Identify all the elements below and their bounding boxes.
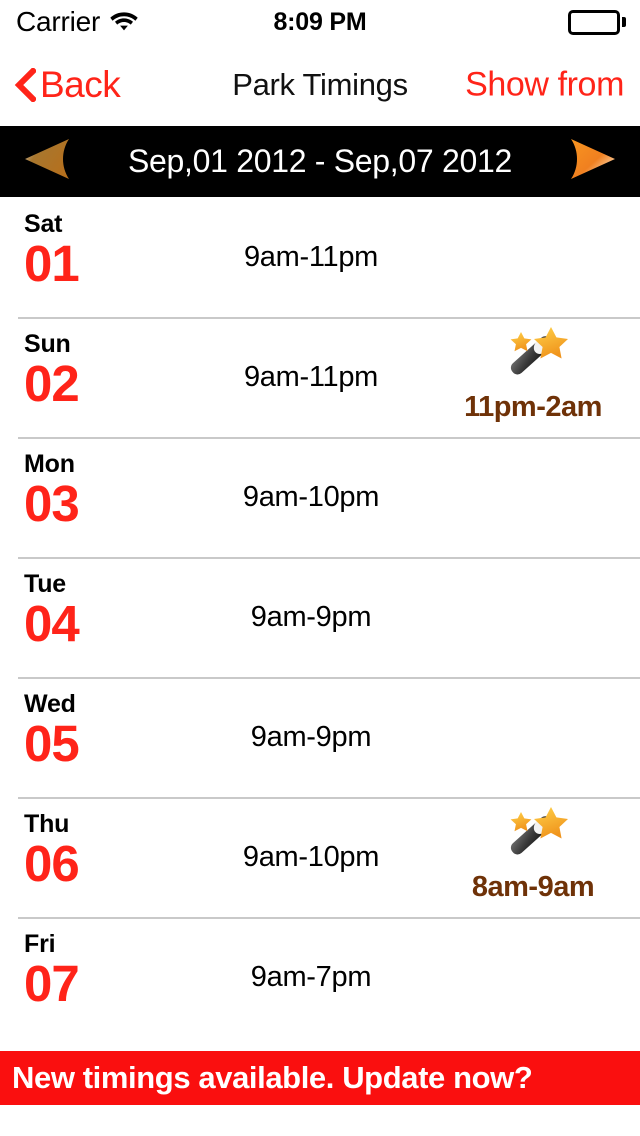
battery-full-icon [568,9,626,35]
row-day-number: 02 [24,355,80,413]
row-hours: 9am-9pm [250,721,372,753]
table-row[interactable]: Wed 05 9am-9pm [0,677,640,797]
row-day-number: 07 [24,955,80,1013]
update-banner-label: New timings available. Update now? [12,1060,533,1095]
row-day-number: 04 [24,595,80,653]
row-date: Wed 05 [24,690,174,773]
update-banner[interactable]: New timings available. Update now? [0,1051,640,1105]
table-row[interactable]: Tue 04 9am-9pm [0,557,640,677]
row-weekday: Tue [24,570,66,598]
row-hours: 9am-10pm [242,841,380,873]
row-hours: 9am-7pm [250,961,372,993]
table-row[interactable]: Thu 06 9am-10pm 8am-9am [0,797,640,917]
row-hours: 9am-9pm [250,601,372,633]
status-bar: Carrier 8:09 PM [0,0,640,44]
row-day-number: 06 [24,835,80,893]
row-hours: 9am-10pm [242,481,380,513]
row-date: Sat 01 [24,210,174,293]
row-weekday: Sat [24,210,63,238]
magic-hours-label: 8am-9am [471,871,595,903]
row-weekday: Wed [24,690,76,718]
status-bar-clock: 8:09 PM [273,7,367,36]
row-hours: 9am-11pm [243,241,379,273]
table-row[interactable]: Mon 03 9am-10pm [0,437,640,557]
table-row[interactable]: Sun 02 9am-11pm 11pm-2am [0,317,640,437]
schedule-list: Sat 01 9am-11pm Sun 02 9am-11pm 11pm-2am… [0,197,640,1037]
show-from-button[interactable]: Show from [465,66,624,105]
navigation-bar: Back Park Timings Show from [0,44,640,126]
row-day-number: 03 [24,475,80,533]
table-row[interactable]: Fri 07 9am-7pm [0,917,640,1037]
row-day-number: 01 [24,235,80,293]
row-day-number: 05 [24,715,80,773]
date-range-label: Sep,01 2012 - Sep,07 2012 [128,143,512,179]
magic-wand-icon [494,325,572,395]
magic-hours-label: 11pm-2am [464,391,602,423]
row-magic-hours: 8am-9am [438,805,628,904]
row-weekday: Thu [24,810,70,838]
table-row[interactable]: Sat 01 9am-11pm [0,197,640,317]
row-weekday: Fri [24,930,56,958]
row-date: Mon 03 [24,450,174,533]
next-week-button[interactable] [544,126,640,197]
row-hours: 9am-11pm [243,361,379,393]
row-weekday: Mon [24,450,75,478]
triangle-right-icon [563,137,621,186]
row-weekday: Sun [24,330,71,358]
previous-week-button[interactable] [0,126,96,197]
app-screen: Carrier 8:09 PM Back Park Timings Show f… [0,0,640,1136]
row-magic-hours: 11pm-2am [438,325,628,424]
row-date: Fri 07 [24,930,174,1013]
row-date: Tue 04 [24,570,174,653]
date-range-bar: Sep,01 2012 - Sep,07 2012 [0,126,640,197]
magic-wand-icon [494,805,572,875]
row-date: Sun 02 [24,330,174,413]
row-date: Thu 06 [24,810,174,893]
triangle-left-icon [19,137,77,186]
